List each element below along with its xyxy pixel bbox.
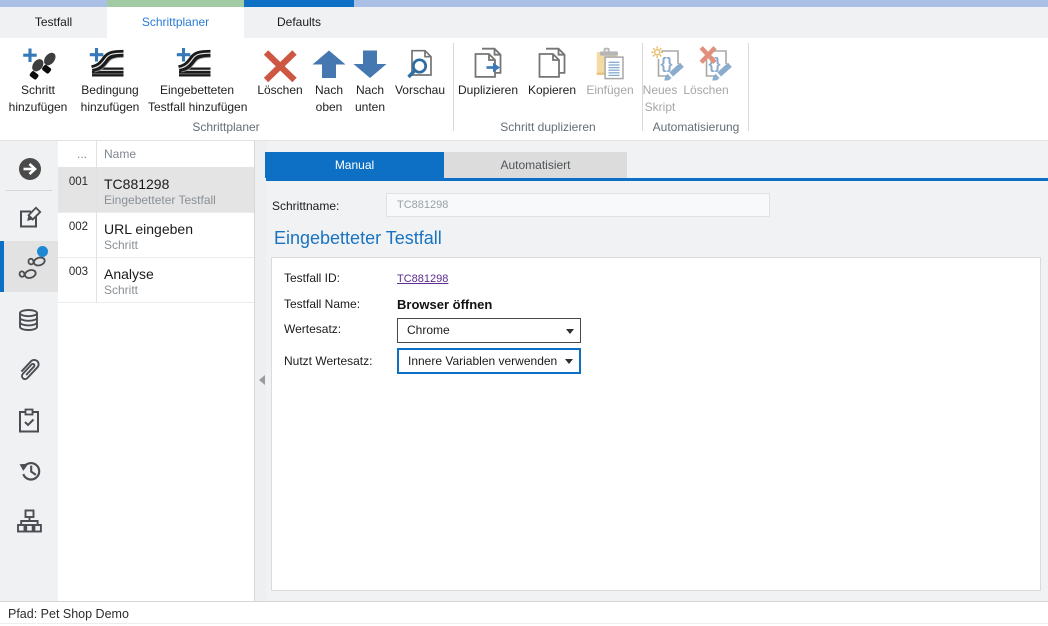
svg-text:{}: {}	[661, 56, 673, 73]
